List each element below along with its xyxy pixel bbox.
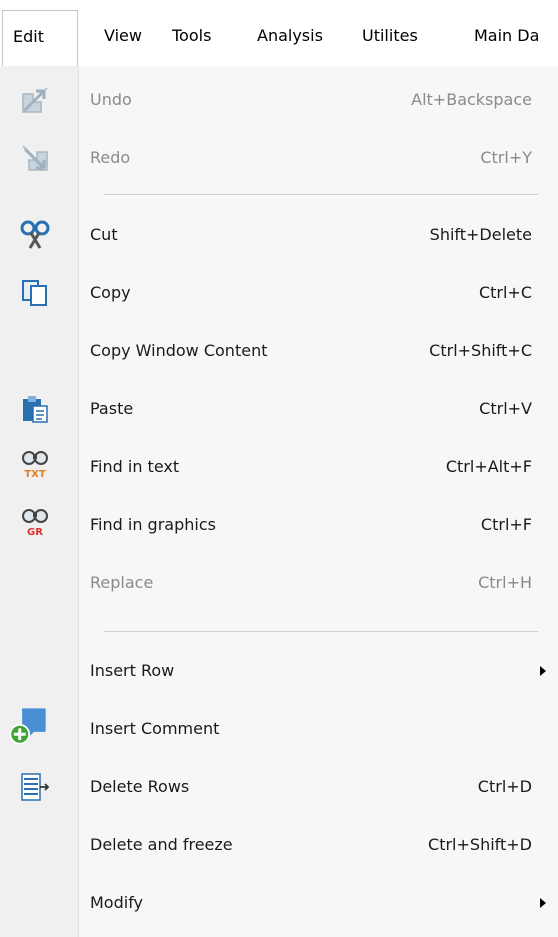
redo-shortcut: Ctrl+Y	[480, 148, 532, 167]
scissors-icon	[20, 220, 50, 249]
menu-item-copy-window-content[interactable]: Copy Window Content Ctrl+Shift+C	[0, 322, 558, 380]
menu-item-find-in-text[interactable]: TXT Find in text Ctrl+Alt+F	[0, 438, 558, 496]
undo-shortcut: Alt+Backspace	[411, 90, 532, 109]
cut-label: Cut	[90, 225, 118, 244]
delete-rows-label: Delete Rows	[90, 777, 190, 796]
menu-item-insert-comment[interactable]: Insert Comment	[0, 700, 558, 758]
separator-2	[104, 631, 538, 632]
copy-window-content-shortcut: Ctrl+Shift+C	[429, 341, 532, 360]
comment-add-icon	[9, 708, 46, 745]
menu-utilites[interactable]: Utilites	[362, 10, 418, 66]
undo-label: Undo	[90, 90, 132, 109]
find-graphics-icon: GR	[22, 509, 48, 538]
menu-tools[interactable]: Tools	[172, 10, 211, 66]
submenu-arrow-icon	[540, 898, 546, 908]
menu-item-paste[interactable]: Paste Ctrl+V	[0, 380, 558, 438]
find-in-graphics-shortcut: Ctrl+F	[480, 515, 532, 534]
delete-and-freeze-label: Delete and freeze	[90, 835, 233, 854]
find-in-text-shortcut: Ctrl+Alt+F	[445, 457, 532, 476]
delete-rows-shortcut: Ctrl+D	[477, 777, 532, 796]
menu-item-copy[interactable]: Copy Ctrl+C	[0, 264, 558, 322]
menu-main-data[interactable]: Main Da	[474, 10, 539, 66]
separator-1	[104, 194, 538, 195]
find-in-graphics-label: Find in graphics	[90, 515, 216, 534]
submenu-arrow-icon	[540, 666, 546, 676]
menu-item-find-in-graphics[interactable]: GR Find in graphics Ctrl+F	[0, 496, 558, 554]
menu-item-undo[interactable]: Undo Alt+Backspace	[0, 71, 558, 129]
menu-item-redo[interactable]: Redo Ctrl+Y	[0, 129, 558, 187]
paste-icon	[23, 396, 48, 423]
insert-row-label: Insert Row	[90, 661, 175, 680]
modify-label: Modify	[90, 893, 144, 912]
find-in-text-label: Find in text	[90, 457, 180, 476]
replace-label: Replace	[90, 573, 154, 592]
menu-item-replace[interactable]: Replace Ctrl+H	[0, 554, 558, 612]
redo-icon	[22, 145, 48, 171]
paste-shortcut: Ctrl+V	[479, 399, 532, 418]
insert-comment-label: Insert Comment	[90, 719, 220, 738]
menu-item-modify[interactable]: Modify	[0, 874, 558, 932]
cut-shortcut: Shift+Delete	[429, 225, 532, 244]
menu-item-delete-and-freeze[interactable]: Delete and freeze Ctrl+Shift+D	[0, 816, 558, 874]
find-text-icon-label: TXT	[24, 469, 46, 480]
undo-icon	[22, 87, 48, 113]
menu-edit[interactable]: Edit	[2, 10, 78, 66]
menu-item-delete-rows[interactable]: Delete Rows Ctrl+D	[0, 758, 558, 816]
menubar: Edit View Tools Analysis Utilites Main D…	[0, 0, 558, 67]
replace-shortcut: Ctrl+H	[478, 573, 532, 592]
menu-item-cut[interactable]: Cut Shift+Delete	[0, 206, 558, 264]
copy-label: Copy	[90, 283, 131, 302]
find-graphics-icon-label: GR	[27, 527, 43, 538]
menu-item-insert-row[interactable]: Insert Row	[0, 642, 558, 700]
copy-icon	[22, 280, 47, 306]
copy-window-content-label: Copy Window Content	[90, 341, 268, 360]
menu-analysis[interactable]: Analysis	[257, 10, 323, 66]
delete-and-freeze-shortcut: Ctrl+Shift+D	[428, 835, 532, 854]
paste-label: Paste	[90, 399, 134, 418]
menu-view[interactable]: View	[104, 10, 142, 66]
copy-shortcut: Ctrl+C	[478, 283, 532, 302]
redo-label: Redo	[90, 148, 131, 167]
delete-rows-icon	[21, 773, 50, 801]
edit-dropdown-menu: Undo Alt+Backspace Redo Ctrl+Y Cut Shift…	[0, 66, 558, 937]
find-text-icon: TXT	[22, 451, 48, 480]
